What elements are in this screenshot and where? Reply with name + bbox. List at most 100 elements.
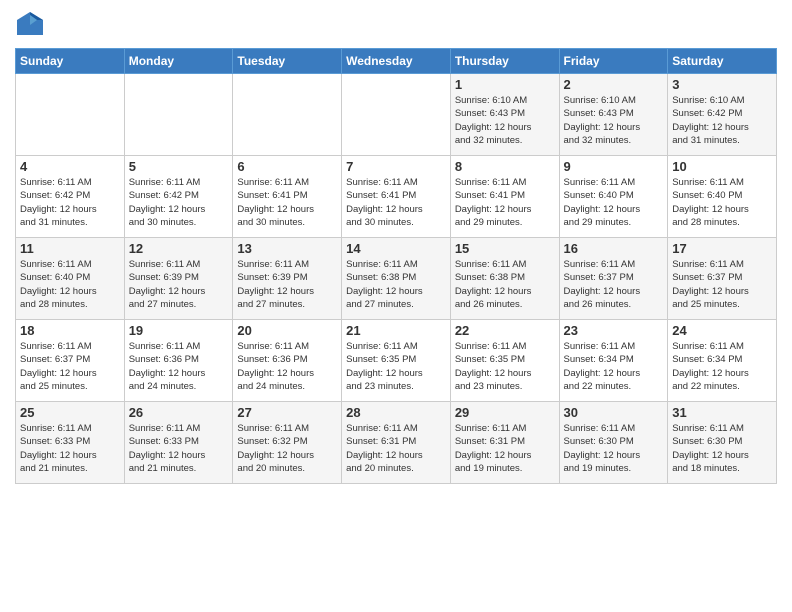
calendar-cell: 2 Sunrise: 6:10 AM Sunset: 6:43 PM Daylig… xyxy=(559,74,668,156)
weekday-header-monday: Monday xyxy=(124,49,233,74)
day-info: Sunrise: 6:11 AM Sunset: 6:36 PM Dayligh… xyxy=(237,340,337,393)
day-number: 27 xyxy=(237,405,337,420)
calendar-cell: 7 Sunrise: 6:11 AM Sunset: 6:41 PM Daylig… xyxy=(342,156,451,238)
day-info: Sunrise: 6:11 AM Sunset: 6:40 PM Dayligh… xyxy=(20,258,120,311)
day-info: Sunrise: 6:11 AM Sunset: 6:33 PM Dayligh… xyxy=(129,422,229,475)
weekday-header-saturday: Saturday xyxy=(668,49,777,74)
day-info: Sunrise: 6:11 AM Sunset: 6:33 PM Dayligh… xyxy=(20,422,120,475)
weekday-header-row: SundayMondayTuesdayWednesdayThursdayFrid… xyxy=(16,49,777,74)
weekday-header-friday: Friday xyxy=(559,49,668,74)
day-info: Sunrise: 6:11 AM Sunset: 6:35 PM Dayligh… xyxy=(346,340,446,393)
day-info: Sunrise: 6:11 AM Sunset: 6:42 PM Dayligh… xyxy=(129,176,229,229)
day-number: 3 xyxy=(672,77,772,92)
calendar-cell: 12 Sunrise: 6:11 AM Sunset: 6:39 PM Dayli… xyxy=(124,238,233,320)
day-number: 10 xyxy=(672,159,772,174)
calendar-cell: 4 Sunrise: 6:11 AM Sunset: 6:42 PM Daylig… xyxy=(16,156,125,238)
day-info: Sunrise: 6:11 AM Sunset: 6:30 PM Dayligh… xyxy=(564,422,664,475)
calendar-cell xyxy=(342,74,451,156)
header xyxy=(15,10,777,40)
weekday-header-tuesday: Tuesday xyxy=(233,49,342,74)
day-number: 26 xyxy=(129,405,229,420)
calendar-cell: 9 Sunrise: 6:11 AM Sunset: 6:40 PM Daylig… xyxy=(559,156,668,238)
logo-icon xyxy=(15,10,45,40)
calendar-cell: 11 Sunrise: 6:11 AM Sunset: 6:40 PM Dayli… xyxy=(16,238,125,320)
day-number: 28 xyxy=(346,405,446,420)
day-number: 30 xyxy=(564,405,664,420)
day-info: Sunrise: 6:11 AM Sunset: 6:34 PM Dayligh… xyxy=(564,340,664,393)
day-info: Sunrise: 6:11 AM Sunset: 6:35 PM Dayligh… xyxy=(455,340,555,393)
week-row-1: 1 Sunrise: 6:10 AM Sunset: 6:43 PM Daylig… xyxy=(16,74,777,156)
calendar-cell: 28 Sunrise: 6:11 AM Sunset: 6:31 PM Dayli… xyxy=(342,402,451,484)
calendar-cell: 14Sunrise: 6:11 AM Sunset: 6:38 PM Dayli… xyxy=(342,238,451,320)
day-info: Sunrise: 6:11 AM Sunset: 6:30 PM Dayligh… xyxy=(672,422,772,475)
logo xyxy=(15,10,49,40)
day-number: 23 xyxy=(564,323,664,338)
day-number: 17 xyxy=(672,241,772,256)
day-number: 7 xyxy=(346,159,446,174)
day-info: Sunrise: 6:11 AM Sunset: 6:31 PM Dayligh… xyxy=(455,422,555,475)
day-number: 29 xyxy=(455,405,555,420)
calendar-cell: 18 Sunrise: 6:11 AM Sunset: 6:37 PM Dayli… xyxy=(16,320,125,402)
day-number: 22 xyxy=(455,323,555,338)
day-number: 16 xyxy=(564,241,664,256)
calendar-cell: 10 Sunrise: 6:11 AM Sunset: 6:40 PM Dayli… xyxy=(668,156,777,238)
page: SundayMondayTuesdayWednesdayThursdayFrid… xyxy=(0,0,792,612)
day-info: Sunrise: 6:11 AM Sunset: 6:40 PM Dayligh… xyxy=(564,176,664,229)
day-number: 9 xyxy=(564,159,664,174)
calendar-table: SundayMondayTuesdayWednesdayThursdayFrid… xyxy=(15,48,777,484)
day-info: Sunrise: 6:10 AM Sunset: 6:43 PM Dayligh… xyxy=(564,94,664,147)
calendar-cell: 19Sunrise: 6:11 AM Sunset: 6:36 PM Dayli… xyxy=(124,320,233,402)
day-info: Sunrise: 6:11 AM Sunset: 6:38 PM Dayligh… xyxy=(455,258,555,311)
calendar-cell: 23 Sunrise: 6:11 AM Sunset: 6:34 PM Dayli… xyxy=(559,320,668,402)
day-info: Sunrise: 6:11 AM Sunset: 6:41 PM Dayligh… xyxy=(455,176,555,229)
day-number: 2 xyxy=(564,77,664,92)
week-row-2: 4 Sunrise: 6:11 AM Sunset: 6:42 PM Daylig… xyxy=(16,156,777,238)
day-number: 24 xyxy=(672,323,772,338)
calendar-cell xyxy=(233,74,342,156)
day-number: 12 xyxy=(129,241,229,256)
day-number: 20 xyxy=(237,323,337,338)
day-number: 11 xyxy=(20,241,120,256)
weekday-header-wednesday: Wednesday xyxy=(342,49,451,74)
calendar-cell: 24 Sunrise: 6:11 AM Sunset: 6:34 PM Dayli… xyxy=(668,320,777,402)
calendar-cell: 16 Sunrise: 6:11 AM Sunset: 6:37 PM Dayli… xyxy=(559,238,668,320)
day-number: 1 xyxy=(455,77,555,92)
day-number: 25 xyxy=(20,405,120,420)
day-info: Sunrise: 6:11 AM Sunset: 6:40 PM Dayligh… xyxy=(672,176,772,229)
calendar-cell: 30 Sunrise: 6:11 AM Sunset: 6:30 PM Dayli… xyxy=(559,402,668,484)
day-info: Sunrise: 6:11 AM Sunset: 6:41 PM Dayligh… xyxy=(346,176,446,229)
day-info: Sunrise: 6:11 AM Sunset: 6:31 PM Dayligh… xyxy=(346,422,446,475)
day-info: Sunrise: 6:11 AM Sunset: 6:34 PM Dayligh… xyxy=(672,340,772,393)
day-number: 6 xyxy=(237,159,337,174)
week-row-4: 18 Sunrise: 6:11 AM Sunset: 6:37 PM Dayli… xyxy=(16,320,777,402)
day-number: 31 xyxy=(672,405,772,420)
day-number: 14 xyxy=(346,241,446,256)
day-number: 4 xyxy=(20,159,120,174)
day-number: 21 xyxy=(346,323,446,338)
weekday-header-thursday: Thursday xyxy=(450,49,559,74)
day-number: 5 xyxy=(129,159,229,174)
day-number: 18 xyxy=(20,323,120,338)
calendar-cell: 26 Sunrise: 6:11 AM Sunset: 6:33 PM Dayli… xyxy=(124,402,233,484)
day-info: Sunrise: 6:11 AM Sunset: 6:41 PM Dayligh… xyxy=(237,176,337,229)
day-info: Sunrise: 6:11 AM Sunset: 6:37 PM Dayligh… xyxy=(20,340,120,393)
calendar-cell: 3Sunrise: 6:10 AM Sunset: 6:42 PM Daylig… xyxy=(668,74,777,156)
day-number: 8 xyxy=(455,159,555,174)
calendar-cell: 22 Sunrise: 6:11 AM Sunset: 6:35 PM Dayli… xyxy=(450,320,559,402)
calendar-cell xyxy=(124,74,233,156)
calendar-cell xyxy=(16,74,125,156)
calendar-cell: 21 Sunrise: 6:11 AM Sunset: 6:35 PM Dayli… xyxy=(342,320,451,402)
calendar-cell: 8 Sunrise: 6:11 AM Sunset: 6:41 PM Daylig… xyxy=(450,156,559,238)
day-info: Sunrise: 6:11 AM Sunset: 6:32 PM Dayligh… xyxy=(237,422,337,475)
calendar-cell: 29 Sunrise: 6:11 AM Sunset: 6:31 PM Dayli… xyxy=(450,402,559,484)
calendar-cell: 5 Sunrise: 6:11 AM Sunset: 6:42 PM Daylig… xyxy=(124,156,233,238)
day-info: Sunrise: 6:10 AM Sunset: 6:43 PM Dayligh… xyxy=(455,94,555,147)
day-info: Sunrise: 6:11 AM Sunset: 6:39 PM Dayligh… xyxy=(129,258,229,311)
day-info: Sunrise: 6:11 AM Sunset: 6:42 PM Dayligh… xyxy=(20,176,120,229)
day-number: 15 xyxy=(455,241,555,256)
calendar-cell: 31 Sunrise: 6:11 AM Sunset: 6:30 PM Dayli… xyxy=(668,402,777,484)
weekday-header-sunday: Sunday xyxy=(16,49,125,74)
day-info: Sunrise: 6:11 AM Sunset: 6:37 PM Dayligh… xyxy=(564,258,664,311)
day-info: Sunrise: 6:11 AM Sunset: 6:36 PM Dayligh… xyxy=(129,340,229,393)
calendar-cell: 13Sunrise: 6:11 AM Sunset: 6:39 PM Dayli… xyxy=(233,238,342,320)
